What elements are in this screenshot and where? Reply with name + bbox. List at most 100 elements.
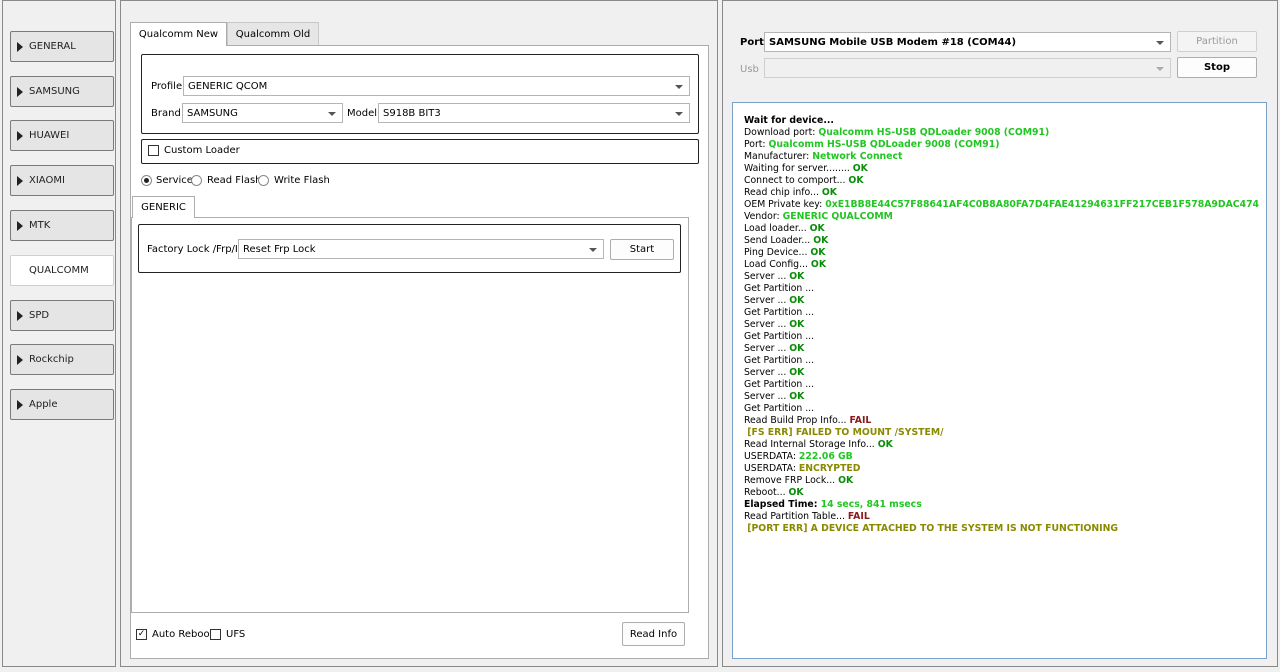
profile-value: GENERIC QCOM [188, 80, 268, 92]
sidebar-item-label: Rockchip [29, 354, 74, 365]
log-segment: OK [789, 343, 805, 354]
sidebar-item-label: XIAOMI [29, 175, 65, 186]
log-segment: Read Build Prop Info... [744, 415, 850, 426]
partition-button[interactable]: Partition [1177, 31, 1257, 52]
log-line: OEM Private key: 0xE1BB8E44C57F88641AF4C… [744, 199, 1266, 211]
profile-label: Profile [151, 81, 183, 92]
sidebar-item-huawei[interactable]: HUAWEI [10, 120, 114, 151]
log-line: Server ... OK [744, 343, 1266, 355]
log-line: Load loader... OK [744, 223, 1266, 235]
chevron-down-icon [675, 85, 683, 89]
log-segment: 14 secs, 841 msecs [820, 499, 922, 510]
model-select[interactable]: S918B BIT3 [378, 103, 690, 123]
sidebar-item-apple[interactable]: Apple [10, 389, 114, 420]
usb-label: Usb [740, 64, 759, 75]
port-label: Port [740, 37, 764, 48]
log-segment: Read chip info... [744, 187, 822, 198]
auto-reboot-label: Auto Reboot [152, 629, 214, 640]
port-select[interactable]: SAMSUNG Mobile USB Modem #18 (COM44) [764, 32, 1171, 52]
log-segment: Server ... [744, 391, 790, 402]
log-segment: Get Partition ... [744, 331, 815, 342]
log-segment: Elapsed Time: [744, 499, 821, 510]
log-segment: OK [877, 439, 893, 450]
device-selection-group: Profile GENERIC QCOM Brand SAMSUNG Model… [141, 54, 699, 134]
brand-select[interactable]: SAMSUNG [182, 103, 343, 123]
log-segment: Server ... [744, 343, 790, 354]
sidebar-item-xiaomi[interactable]: XIAOMI [10, 165, 114, 196]
sidebar-item-samsung[interactable]: SAMSUNG [10, 76, 114, 107]
log-line: Server ... OK [744, 367, 1266, 379]
log-segment: Read Internal Storage Info... [744, 439, 878, 450]
ufs-checkbox[interactable] [210, 629, 221, 640]
chevron-down-icon [328, 112, 336, 116]
sidebar-item-qualcomm[interactable]: QUALCOMM [10, 255, 114, 286]
chevron-down-icon [1156, 41, 1164, 45]
sidebar-item-general[interactable]: GENERAL [10, 31, 114, 62]
sidebar-item-mtk[interactable]: MTK [10, 210, 114, 241]
log-segment: OK [789, 295, 805, 306]
log-segment: Download port: [744, 127, 819, 138]
log-segment: OK [789, 271, 805, 282]
log-segment: Server ... [744, 295, 790, 306]
chevron-down-icon [589, 248, 597, 252]
log-segment: GENERIC QUALCOMM [782, 211, 893, 222]
log-segment: [PORT ERR] A DEVICE ATTACHED TO THE SYST… [744, 523, 1118, 534]
log-output[interactable]: Wait for device... Download port: Qualcom… [732, 102, 1267, 659]
expand-arrow-icon [17, 86, 23, 97]
brand-label: Brand [151, 108, 181, 119]
read-flash-label: Read Flash [207, 175, 262, 186]
log-line: Download port: Qualcomm HS-USB QDLoader … [744, 127, 1266, 139]
expand-arrow-icon [17, 354, 23, 365]
log-segment: Manufacturer: [744, 151, 813, 162]
log-line: Connect to comport... OK [744, 175, 1266, 187]
log-segment: Send Loader... [744, 235, 814, 246]
profile-select[interactable]: GENERIC QCOM [183, 76, 690, 96]
usb-select[interactable] [764, 58, 1171, 78]
brand-value: SAMSUNG [187, 107, 238, 119]
read-flash-radio[interactable] [191, 175, 202, 186]
log-line: Get Partition ... [744, 307, 1266, 319]
expand-arrow-icon [17, 41, 23, 52]
log-line: Read Build Prop Info... FAIL [744, 415, 1266, 427]
sidebar-item-label: SPD [29, 310, 50, 321]
sidebar-item-label: Apple [29, 399, 58, 410]
read-info-button[interactable]: Read Info [622, 622, 685, 646]
log-segment: Get Partition ... [744, 283, 815, 294]
chevron-down-icon [1156, 67, 1164, 71]
tab-qualcomm-new[interactable]: Qualcomm New [130, 22, 227, 46]
log-segment: FAIL [847, 511, 870, 522]
log-line: Read chip info... OK [744, 187, 1266, 199]
sidebar-item-label: GENERAL [29, 41, 76, 52]
tab-generic[interactable]: GENERIC [132, 196, 195, 218]
log-line: Server ... OK [744, 391, 1266, 403]
tab-qualcomm-old[interactable]: Qualcomm Old [227, 22, 319, 46]
log-line: Load Config... OK [744, 259, 1266, 271]
sidebar-item-rockchip[interactable]: Rockchip [10, 344, 114, 375]
log-line: Wait for device... [744, 115, 1266, 127]
log-line: Send Loader... OK [744, 235, 1266, 247]
log-line: Ping Device... OK [744, 247, 1266, 259]
log-segment: Reboot... [744, 487, 789, 498]
service-radio[interactable] [141, 175, 152, 186]
start-button[interactable]: Start [610, 239, 674, 260]
brand-sidebar: GENERAL SAMSUNG HUAWEI XIAOMI MTK QUALCO… [2, 0, 116, 667]
log-segment: Server ... [744, 367, 790, 378]
write-flash-radio[interactable] [258, 175, 269, 186]
sidebar-item-label: HUAWEI [29, 130, 70, 141]
log-segment: USERDATA: [744, 463, 799, 474]
log-segment: FAIL [849, 415, 872, 426]
log-line: Elapsed Time: 14 secs, 841 msecs [744, 499, 1266, 511]
log-segment: Remove FRP Lock... [744, 475, 839, 486]
log-line: Get Partition ... [744, 379, 1266, 391]
sidebar-item-spd[interactable]: SPD [10, 300, 114, 331]
factory-lock-select[interactable]: Reset Frp Lock [238, 239, 604, 259]
custom-loader-checkbox[interactable] [148, 145, 159, 156]
log-segment: OK [789, 319, 805, 330]
log-line: [FS ERR] FAILED TO MOUNT /SYSTEM/ [744, 427, 1266, 439]
log-segment: Network Connect [812, 151, 903, 162]
log-line: Port: Qualcomm HS-USB QDLoader 9008 (COM… [744, 139, 1266, 151]
stop-button[interactable]: Stop [1177, 57, 1257, 78]
auto-reboot-checkbox[interactable]: ✓ [136, 629, 147, 640]
port-value: SAMSUNG Mobile USB Modem #18 (COM44) [769, 36, 1017, 48]
log-line: USERDATA: ENCRYPTED [744, 463, 1266, 475]
